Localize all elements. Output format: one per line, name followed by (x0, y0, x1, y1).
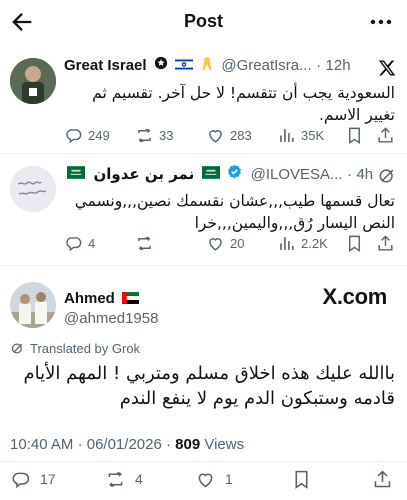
reply-count: 249 (88, 127, 110, 143)
repost-icon (138, 128, 151, 142)
divider (0, 265, 407, 266)
like-count: 283 (230, 127, 252, 143)
quoted-post-2[interactable]: نمر بن عدوان @ILOVESA... · 4h تعال قسمها… (0, 160, 407, 263)
quoted-post-1[interactable]: Great Israel @GreatIsra... · 12h السعودي… (0, 52, 407, 152)
avatar[interactable] (10, 166, 56, 212)
saudi-flag-icon (67, 166, 85, 182)
post-date[interactable]: 06/01/2026 (87, 436, 162, 453)
like-count: 1 (225, 471, 233, 487)
like-count: 20 (230, 235, 245, 251)
divider (0, 461, 407, 462)
views-count: 2.2K (301, 235, 328, 251)
heart-icon (198, 473, 213, 487)
x-com-logo: X.com (322, 284, 387, 309)
author-name[interactable]: Ahmed (64, 290, 115, 307)
views-count: 35K (301, 127, 325, 143)
heart-icon (209, 237, 222, 251)
bookmark-icon (295, 470, 308, 489)
saudi-flag-icon (201, 166, 220, 182)
action-bar: 17 4 1 (10, 468, 397, 492)
repost-button[interactable]: 4 (105, 468, 143, 490)
repost-icon (108, 471, 123, 487)
repost-button[interactable] (135, 232, 159, 254)
heart-icon (209, 129, 222, 143)
avatar[interactable] (10, 58, 56, 104)
views-button[interactable]: 2.2K (277, 232, 328, 254)
bookmark-button[interactable] (291, 468, 317, 490)
israel-flag-icon (175, 57, 194, 74)
post-time[interactable]: 4h (356, 166, 373, 183)
post-text: تعال قسمها طيب,,,عشان نقسمك نصين,,,ونسمي… (74, 192, 395, 232)
post-text: السعودية يجب أن تتقسم! لا حل آخر. تقسيم … (92, 84, 395, 124)
reply-button[interactable]: 4 (64, 232, 95, 254)
share-icon (378, 126, 393, 143)
grok-icon (11, 343, 23, 354)
post-time[interactable]: 12h (326, 57, 351, 74)
reply-icon (66, 236, 82, 251)
separator-dot: · (346, 165, 352, 183)
grok-icon[interactable] (377, 166, 397, 186)
verified-badge-icon (227, 164, 242, 184)
action-bar: 249 33 283 35K (64, 124, 397, 146)
uae-flag-icon (122, 291, 140, 308)
post-meta: 10:40 AM · 06/01/2026 · 809 Views (10, 436, 244, 453)
author-handle[interactable]: @ILOVESA... (251, 166, 343, 183)
yellow-ribbon-icon (201, 56, 213, 75)
repost-count: 33 (159, 127, 174, 143)
share-button[interactable] (376, 232, 400, 254)
author-handle[interactable]: @GreatIsra... (221, 57, 311, 74)
like-button[interactable]: 283 (206, 124, 252, 146)
views-button[interactable]: 35K (277, 124, 324, 146)
repost-count: 4 (135, 471, 143, 487)
separator-dot: · (77, 436, 87, 453)
share-icon (374, 470, 391, 487)
bookmark-icon (349, 235, 360, 252)
reply-icon (12, 472, 30, 488)
bookmark-button[interactable] (345, 124, 369, 146)
reply-button[interactable]: 249 (64, 124, 110, 146)
top-bar: Post (0, 0, 407, 44)
page-title: Post (183, 11, 223, 31)
share-icon (378, 234, 393, 251)
action-bar: 4 20 2.2K (64, 232, 397, 254)
translated-label: Translated by Grok (30, 341, 141, 356)
like-button[interactable]: 1 (195, 468, 233, 490)
post-time[interactable]: 10:40 AM (10, 436, 73, 453)
views-count: 809 (175, 436, 201, 453)
post-text: باالله عليك هذه اخلاق مسلم ومتربي ! المه… (23, 363, 395, 409)
views-label: Views (204, 436, 245, 453)
translated-by-grok[interactable]: Translated by Grok (10, 341, 140, 356)
x-logo-icon (377, 58, 397, 78)
author-name[interactable]: Great Israel (64, 57, 147, 74)
like-button[interactable]: 20 (206, 232, 244, 254)
reply-icon (66, 128, 82, 143)
separator-dot: · (165, 436, 176, 453)
views-chart-icon (280, 236, 294, 250)
reply-button[interactable]: 17 (10, 468, 56, 490)
author-name-row: Ahmed (64, 290, 140, 308)
reply-count: 4 (88, 235, 96, 251)
divider (0, 153, 407, 154)
star-badge-icon (154, 56, 168, 75)
views-chart-icon (280, 128, 294, 142)
bookmark-button[interactable] (345, 232, 369, 254)
repost-icon (138, 236, 151, 250)
bookmark-icon (349, 127, 360, 144)
reply-count: 17 (40, 471, 56, 487)
author-handle[interactable]: @ahmed1958 (64, 310, 158, 327)
share-button[interactable] (376, 124, 400, 146)
repost-button[interactable]: 33 (135, 124, 173, 146)
author-name[interactable]: نمر بن عدوان (93, 165, 194, 183)
share-button[interactable] (372, 468, 398, 490)
separator-dot: · (316, 57, 322, 74)
more-options-icon[interactable] (369, 10, 393, 34)
avatar[interactable] (10, 282, 56, 328)
